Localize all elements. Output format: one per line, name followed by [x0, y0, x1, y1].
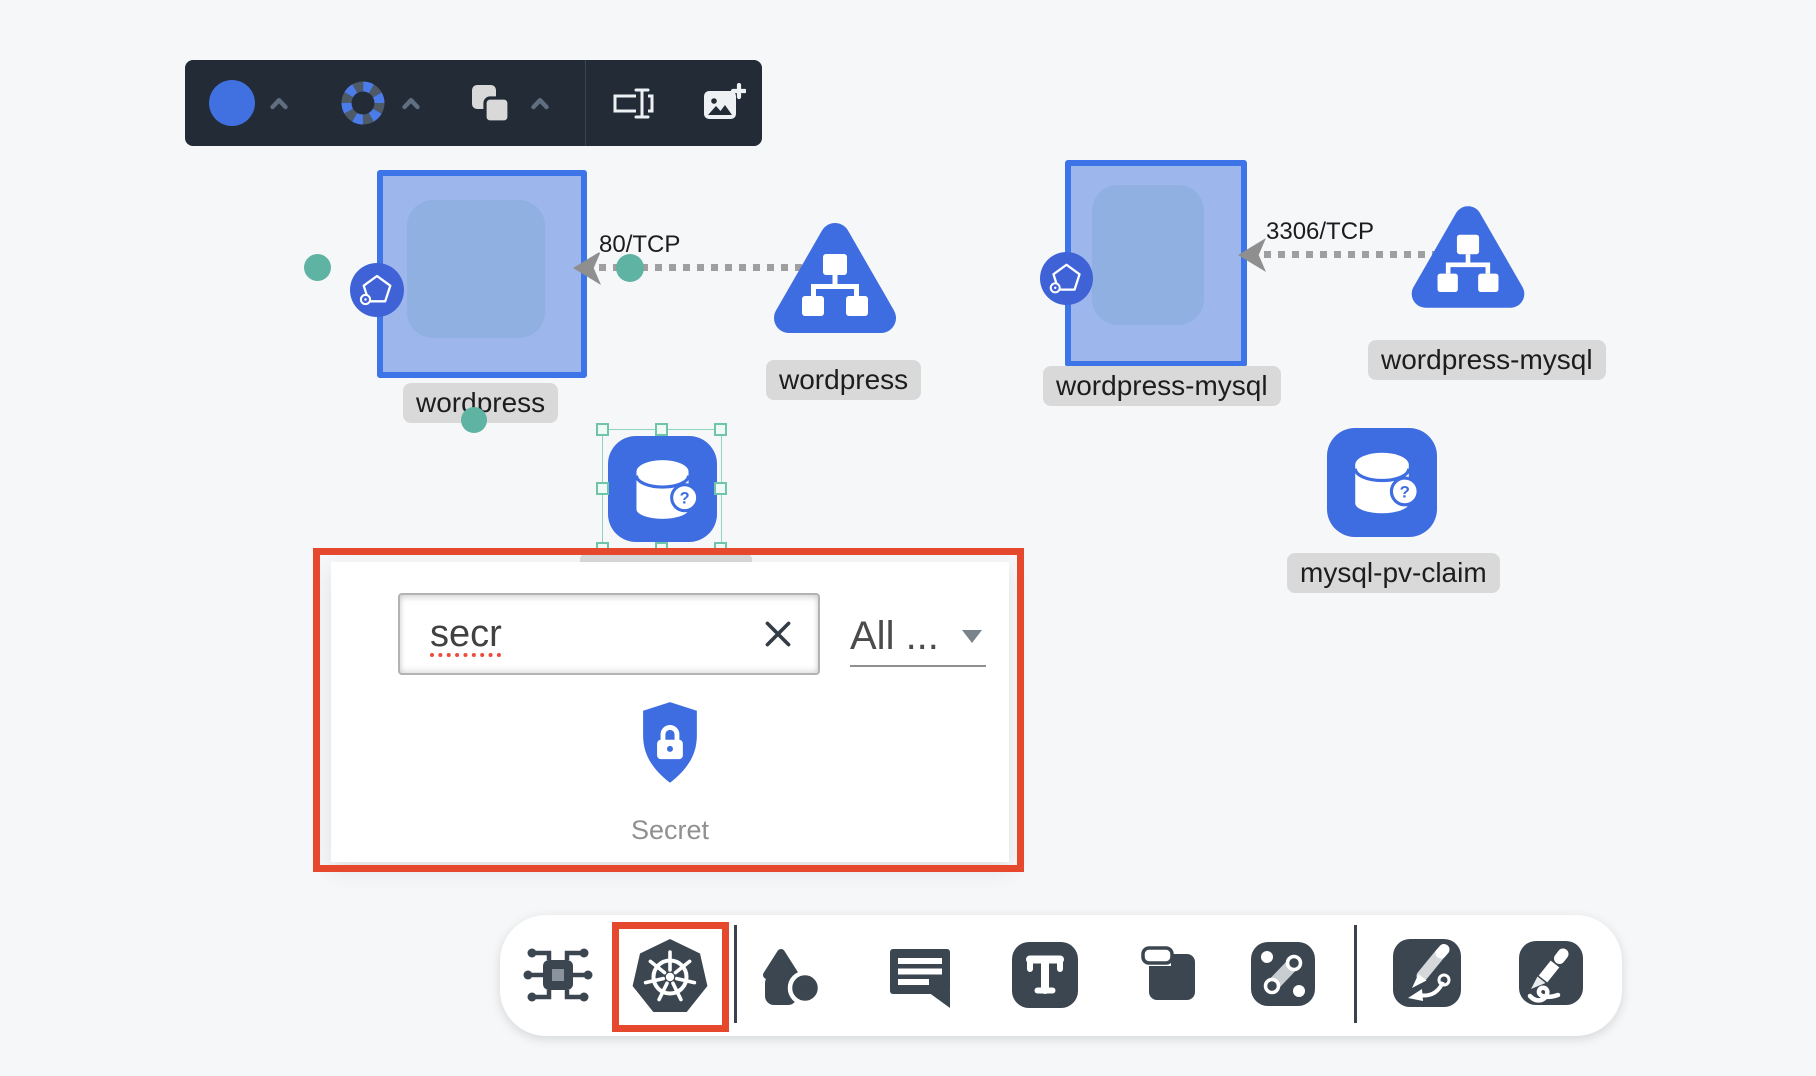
node-label[interactable]: mysql-pv-claim [1287, 553, 1500, 593]
edge-port-label: 80/TCP [599, 231, 680, 259]
service-icon [1426, 220, 1511, 294]
copy-style-icon [472, 85, 509, 122]
insert-image-icon [704, 85, 745, 119]
resize-handle[interactable] [714, 423, 727, 436]
rename-icon [615, 88, 652, 119]
stroke-style-button[interactable] [341, 81, 385, 125]
pod-shape [1092, 185, 1204, 325]
close-icon [760, 616, 796, 652]
chevron-up-icon[interactable] [270, 97, 288, 110]
node-label[interactable]: wordpress-mysql [1043, 366, 1281, 406]
edge-pen-tool-icon [1391, 937, 1463, 1009]
node-wordpress-mysql-service[interactable] [1408, 190, 1528, 323]
text-tool-icon [1010, 940, 1080, 1010]
fill-color-button[interactable] [209, 80, 255, 126]
toolbar-divider [585, 60, 586, 146]
secret-shield-icon [640, 700, 700, 786]
copy-style-button[interactable] [468, 81, 512, 125]
tool-comment[interactable] [886, 940, 954, 1008]
diagram-tool-icon [520, 937, 596, 1013]
frame-tool-icon [1137, 942, 1201, 1006]
tool-diagram[interactable] [520, 937, 596, 1013]
kubernetes-tool-icon [630, 936, 710, 1016]
insert-image-button[interactable] [702, 83, 746, 123]
resource-filter-value: All ... [850, 614, 939, 659]
node-wordpress-service[interactable] [770, 212, 900, 343]
service-icon [789, 238, 881, 318]
connection-handle[interactable] [461, 407, 487, 433]
tool-edge-pen[interactable] [1391, 937, 1463, 1009]
deployment-badge-icon [350, 263, 404, 317]
node-label[interactable]: wordpress [766, 360, 921, 400]
resize-handle[interactable] [655, 423, 668, 436]
tool-connector[interactable] [1249, 940, 1317, 1008]
pvc-database-icon: ? [1355, 453, 1418, 513]
pvc-database-icon: ? [636, 460, 697, 519]
chevron-up-icon[interactable] [402, 97, 420, 110]
clear-search-button[interactable] [760, 616, 796, 652]
resource-search-popup: secr All ... Secret [331, 562, 1009, 862]
node-mysql-pv-claim[interactable]: ? [1327, 428, 1437, 537]
dock-divider [734, 925, 737, 1023]
resource-filter-select[interactable]: All ... [850, 607, 986, 667]
tool-frame[interactable] [1137, 942, 1201, 1006]
resize-handle[interactable] [596, 423, 609, 436]
freehand-pen-tool-icon [1517, 939, 1585, 1007]
search-query[interactable]: secr [400, 613, 760, 656]
connection-handle[interactable] [304, 254, 331, 281]
edge-port-label: 3306/TCP [1266, 218, 1374, 246]
tool-text[interactable] [1010, 940, 1080, 1010]
tool-kubernetes[interactable] [630, 936, 710, 1016]
node-selected-pvc[interactable]: ? [608, 436, 717, 542]
resize-handle[interactable] [714, 482, 727, 495]
tool-freehand-pen[interactable] [1517, 939, 1585, 1007]
resize-handle[interactable] [596, 482, 609, 495]
rename-button[interactable] [612, 81, 657, 125]
comment-tool-icon [886, 940, 954, 1008]
search-result-label: Secret [631, 815, 709, 846]
svg-text:?: ? [680, 489, 690, 507]
chevron-up-icon[interactable] [531, 97, 549, 110]
search-input[interactable]: secr [398, 593, 820, 675]
node-label[interactable]: wordpress-mysql [1368, 340, 1606, 380]
style-toolbar [185, 60, 762, 146]
stroke-style-icon [347, 87, 380, 120]
svg-text:?: ? [1400, 482, 1410, 501]
dropdown-arrow-icon [962, 630, 982, 643]
dock-divider [1354, 925, 1357, 1023]
pod-shape [407, 200, 545, 338]
deployment-badge-icon [1040, 252, 1093, 305]
edge-handle[interactable] [616, 254, 644, 282]
tool-shapes[interactable] [760, 945, 824, 1009]
search-result-secret[interactable]: Secret [631, 700, 709, 846]
tool-dock [500, 915, 1622, 1036]
node-wordpress-deployment[interactable] [377, 170, 587, 378]
shapes-tool-icon [760, 945, 824, 1009]
connector-tool-icon [1249, 940, 1317, 1008]
diagram-canvas[interactable]: wordpress 80/TCP wordpress wordpress-mys… [0, 0, 1816, 1076]
